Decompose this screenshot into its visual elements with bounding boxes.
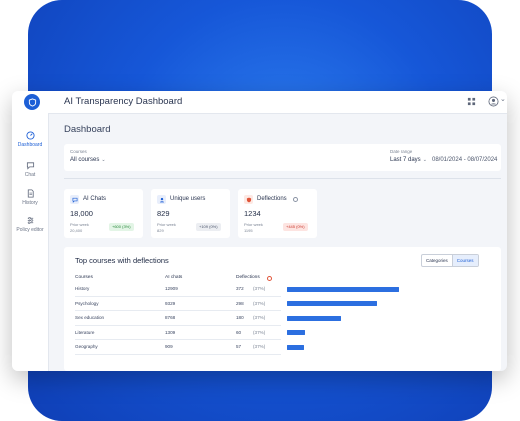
date-range-span: 08/01/2024 - 08/07/2024 [432, 157, 498, 163]
row-divider [75, 353, 281, 355]
ai-chats-value: 8768 [165, 315, 176, 320]
sidebar-item-label: Chat [24, 172, 36, 178]
stat-prior-label: Prior week [157, 222, 176, 227]
ai-chats-value: 12909 [165, 286, 178, 291]
sidebar-item-label: History [22, 200, 38, 206]
chat-icon [26, 162, 34, 170]
course-name[interactable]: Geography [75, 344, 98, 349]
stat-value: 1234 [244, 209, 261, 218]
sidebar-item-dashboard[interactable]: Dashboard [12, 131, 48, 148]
shield-logo-icon[interactable] [24, 94, 40, 110]
filter-bar: Courses All courses ⌄ Date range Last 7 d… [64, 144, 501, 171]
courses-filter-value: All courses [70, 157, 100, 163]
deflection-bar [287, 344, 305, 350]
deflections-value: 60 [236, 329, 242, 335]
deflections-value: 57 [236, 344, 242, 349]
date-range-select[interactable]: Last 7 days ⌄ [390, 157, 427, 163]
deflection-bar [287, 286, 399, 292]
app-title: AI Transparency Dashboard [64, 96, 183, 107]
chevron-down-icon: ⌄ [101, 157, 106, 163]
row-divider [75, 324, 281, 326]
info-icon[interactable] [293, 196, 298, 202]
deflection-bar [287, 315, 342, 321]
deflections-value: 298 [236, 300, 244, 306]
title-bar: AI Transparency Dashboard ⌄ [12, 91, 507, 114]
app-window: AI Transparency Dashboard ⌄ Dashboard Ch… [12, 91, 507, 371]
column-header-ai-chats[interactable]: AI chats [165, 275, 182, 280]
stat-card-unique-users: Unique users 829 Prior week 829 +109 (0%… [151, 189, 230, 238]
chevron-down-icon: ⌄ [422, 157, 427, 163]
course-name[interactable]: History [75, 286, 89, 291]
stat-delta-badge: +109 (0%) [196, 223, 221, 231]
main-content: Dashboard Courses All courses ⌄ Date rang… [49, 113, 507, 371]
policy-editor-icon [27, 217, 33, 224]
deflections-pct: (37%) [253, 329, 266, 335]
info-icon[interactable] [267, 275, 272, 281]
stat-title: Deflections [257, 196, 287, 202]
courses-filter-select[interactable]: All courses ⌄ [70, 157, 106, 163]
stat-prior-label: Prior week [70, 222, 89, 227]
divider [64, 178, 501, 179]
column-header-courses[interactable]: Courses [75, 275, 93, 280]
page-title: Dashboard [64, 124, 111, 135]
sidebar-item-history[interactable]: History [12, 189, 48, 206]
row-divider [75, 295, 281, 297]
chat-icon [70, 195, 79, 204]
sidebar-item-chat[interactable]: Chat [12, 161, 48, 178]
stat-prior-label: Prior week [244, 222, 263, 227]
sidebar-item-label: Policy editor [16, 227, 44, 233]
deflection-bar [287, 301, 377, 306]
view-toggle: Categories Courses [421, 254, 479, 267]
stat-title: Unique users [170, 196, 206, 202]
row-divider [75, 339, 281, 340]
column-header-deflections[interactable]: Deflections [236, 275, 260, 280]
stat-prior-value: 20,400 [70, 228, 83, 233]
dashboard-icon [25, 131, 35, 140]
course-name[interactable]: Psychology [75, 301, 99, 306]
stat-prior-value: 1195 [244, 228, 253, 233]
deflections-pct: (37%) [253, 300, 266, 306]
toggle-categories-button[interactable]: Categories [422, 255, 452, 266]
history-icon [27, 189, 34, 198]
deflections-pct: (37%) [253, 286, 266, 291]
chevron-down-icon[interactable]: ⌄ [500, 95, 506, 103]
shield-icon [244, 195, 253, 204]
grid-icon[interactable] [467, 97, 476, 106]
sidebar: Dashboard Chat History Policy editor [12, 113, 49, 371]
stat-value: 829 [157, 209, 170, 218]
stat-card-deflections: Deflections 1234 Prior week 1195 +445 (0… [238, 189, 317, 238]
deflections-value: 372 [236, 286, 244, 291]
stat-card-ai-chats: AI Chats 18,000 Prior week 20,400 +600 (… [64, 189, 143, 238]
course-name[interactable]: Sex education [75, 315, 104, 320]
toggle-courses-button[interactable]: Courses [451, 255, 478, 266]
deflections-pct: (37%) [253, 315, 266, 320]
ai-chats-value: 909 [165, 344, 173, 349]
deflections-value: 180 [236, 315, 244, 320]
stat-prior-value: 829 [157, 228, 164, 233]
user-avatar-icon[interactable] [488, 96, 499, 107]
top-courses-card: Top courses with deflections Categories … [64, 247, 501, 371]
deflections-pct: (37%) [253, 344, 266, 349]
stat-value: 18,000 [70, 209, 93, 218]
stat-delta-badge: +600 (3%) [109, 223, 134, 231]
ai-chats-value: 1309 [165, 329, 176, 335]
table-title: Top courses with deflections [75, 256, 169, 265]
sidebar-item-label: Dashboard [17, 142, 43, 148]
stat-title: AI Chats [83, 196, 107, 202]
ai-chats-value: 9329 [165, 300, 176, 306]
user-icon [157, 195, 166, 204]
deflection-bar [287, 330, 306, 335]
course-name[interactable]: Literature [75, 330, 94, 335]
date-range-label: Date range [390, 149, 413, 154]
date-range-value: Last 7 days [390, 157, 421, 163]
sidebar-item-policy-editor[interactable]: Policy editor [12, 216, 48, 233]
courses-filter-label: Courses [70, 149, 87, 154]
stat-delta-badge: +445 (0%) [283, 223, 308, 231]
row-divider [75, 310, 281, 311]
